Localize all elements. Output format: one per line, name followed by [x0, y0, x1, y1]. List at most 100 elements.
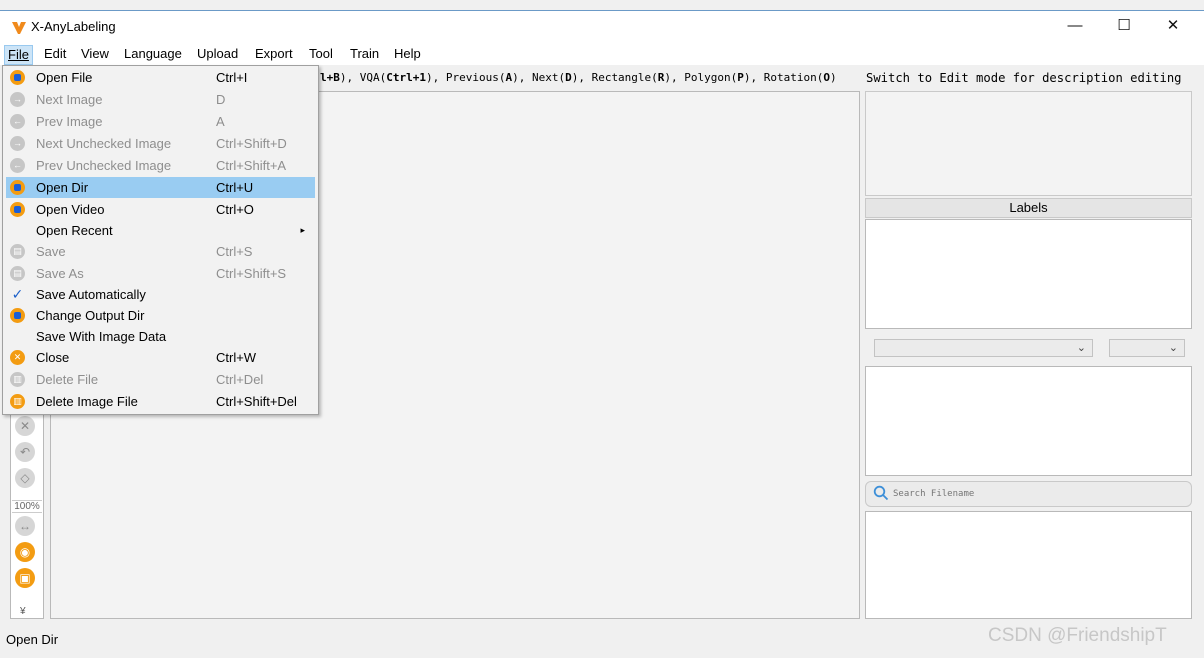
auto-label-icon[interactable]: ◉ [15, 542, 35, 562]
menu-item-save-with-image-data[interactable]: Save With Image Data [6, 326, 315, 347]
menu-item-shortcut: D [216, 92, 226, 107]
menu-help[interactable]: Help [391, 45, 424, 63]
open-file-icon [10, 70, 25, 85]
menu-item-shortcut: Ctrl+I [216, 70, 248, 85]
undo-icon[interactable]: ↶ [15, 442, 35, 462]
menu-item-shortcut: Ctrl+Shift+S [216, 266, 287, 281]
menu-export[interactable]: Export [252, 45, 296, 63]
menu-item-shortcut: A [216, 114, 225, 129]
delete-file-icon: ▥ [10, 372, 25, 387]
menu-item-save-as[interactable]: ▤ Save As Ctrl+Shift+S [6, 263, 315, 284]
open-video-icon [10, 202, 25, 217]
menu-item-close[interactable]: ✕ Close Ctrl+W [6, 347, 315, 368]
menu-edit[interactable]: Edit [41, 45, 69, 63]
shapes-list[interactable] [865, 366, 1192, 476]
labels-list[interactable] [865, 219, 1192, 329]
menu-item-shortcut: Ctrl+W [216, 350, 257, 365]
menu-item-shortcut: Ctrl+S [216, 244, 253, 259]
menu-item-label: Prev Unchecked Image [36, 158, 172, 173]
menu-item-save[interactable]: ▤ Save Ctrl+S [6, 241, 315, 262]
menu-item-open-dir[interactable]: Open Dir Ctrl+U [6, 177, 315, 198]
menu-item-change-output-dir[interactable]: Change Output Dir [6, 305, 315, 326]
menu-item-label: Open Dir [36, 180, 89, 195]
description-hint: Switch to Edit mode for description edit… [866, 71, 1182, 85]
menu-tool[interactable]: Tool [306, 45, 336, 63]
menu-item-shortcut: Ctrl+Shift+Del [216, 394, 297, 409]
menu-item-open-recent[interactable]: Open Recent ▸ [6, 220, 315, 241]
menu-item-label: Delete File [36, 372, 99, 387]
hint-text: ), Rectangle( [571, 71, 658, 84]
menu-item-label: Save With Image Data [36, 329, 167, 344]
model-icon[interactable]: ▣ [15, 568, 35, 588]
zoom-level[interactable]: 100% [12, 500, 42, 513]
menu-item-label: Delete Image File [36, 394, 138, 409]
menu-item-next-image[interactable]: → Next Image D [6, 89, 315, 110]
menu-item-prev-unchecked-image[interactable]: ← Prev Unchecked Image Ctrl+Shift+A [6, 155, 315, 176]
search-filename-input[interactable] [893, 486, 1183, 502]
delete-image-file-icon: ▥ [10, 394, 25, 409]
menu-item-save-automatically[interactable]: ✓ Save Automatically [6, 284, 315, 305]
cancel-icon[interactable]: ✕ [15, 416, 35, 436]
menu-item-delete-file[interactable]: ▥ Delete File Ctrl+Del [6, 369, 315, 390]
menu-item-open-file[interactable]: Open File Ctrl+I [6, 67, 315, 88]
close-window-button[interactable]: ✕ [1150, 11, 1196, 43]
hint-text: ) [830, 71, 837, 84]
label-filter-combo[interactable]: ⌄ [874, 339, 1093, 357]
menu-item-shortcut: Ctrl+Shift+D [216, 136, 287, 151]
title-bar [0, 11, 1204, 43]
hint-key: l+B [320, 71, 340, 84]
menu-item-shortcut: Ctrl+Shift+A [216, 158, 287, 173]
open-dir-icon [10, 180, 25, 195]
menu-item-label: Close [36, 350, 70, 365]
menu-item-label: Change Output Dir [36, 308, 145, 323]
menu-item-next-unchecked-image[interactable]: → Next Unchecked Image Ctrl+Shift+D [6, 133, 315, 154]
menu-item-label: Prev Image [36, 114, 103, 129]
menu-item-label: Save As [36, 266, 84, 281]
menu-item-label: Open Video [36, 202, 105, 217]
watermark: CSDN @FriendshipT [988, 625, 1167, 646]
menu-item-delete-image-file[interactable]: ▥ Delete Image File Ctrl+Shift+Del [6, 391, 315, 412]
chevron-down-icon: ⌄ [1076, 342, 1086, 354]
menu-item-label: Open File [36, 70, 93, 85]
search-icon [873, 485, 889, 501]
maximize-button[interactable]: ☐ [1101, 11, 1147, 43]
group-filter-combo[interactable]: ⌄ [1109, 339, 1185, 357]
hint-key: Ctrl+1 [386, 71, 426, 84]
description-panel[interactable] [865, 91, 1192, 196]
menu-file-label: File [8, 47, 29, 62]
submenu-arrow-icon: ▸ [300, 225, 305, 235]
menu-upload[interactable]: Upload [194, 45, 241, 63]
menu-item-prev-image[interactable]: ← Prev Image A [6, 111, 315, 132]
status-text: Open Dir [6, 632, 59, 647]
menu-item-label: Save Automatically [36, 287, 146, 302]
save-icon: ▤ [10, 244, 25, 259]
menu-item-open-video[interactable]: Open Video Ctrl+O [6, 199, 315, 220]
change-output-dir-icon [10, 308, 25, 323]
menu-language[interactable]: Language [121, 45, 185, 63]
app-title: X-AnyLabeling [31, 19, 116, 34]
minimize-button[interactable]: — [1052, 11, 1098, 43]
next-image-icon: → [10, 92, 25, 107]
menu-file[interactable]: File [4, 45, 33, 65]
hint-text: ), Previous( [425, 71, 506, 84]
eraser-icon[interactable]: ◇ [15, 468, 35, 488]
menu-item-shortcut: Ctrl+O [216, 202, 254, 217]
app-logo-icon [12, 22, 26, 34]
menu-item-shortcut: Ctrl+U [216, 180, 254, 195]
close-icon: ✕ [10, 350, 25, 365]
save-as-icon: ▤ [10, 266, 25, 281]
fit-width-icon[interactable]: ↔ [15, 516, 35, 536]
hint-text: ), VQA( [339, 71, 387, 84]
hint-text: ), Next( [512, 71, 566, 84]
menu-train[interactable]: Train [347, 45, 382, 63]
shortcut-hint-bar: l+B), VQA(Ctrl+1), Previous(A), Next(D),… [320, 71, 837, 84]
menu-item-label: Open Recent [36, 223, 113, 238]
chevron-down-icon: ⌄ [1168, 342, 1178, 354]
file-list[interactable] [865, 511, 1192, 619]
hint-key: D [565, 71, 572, 84]
labels-header: Labels [865, 198, 1192, 218]
next-unchecked-icon: → [10, 136, 25, 151]
prev-image-icon: ← [10, 114, 25, 129]
menu-view[interactable]: View [78, 45, 112, 63]
more-tools-icon[interactable]: ¥ [20, 606, 26, 617]
